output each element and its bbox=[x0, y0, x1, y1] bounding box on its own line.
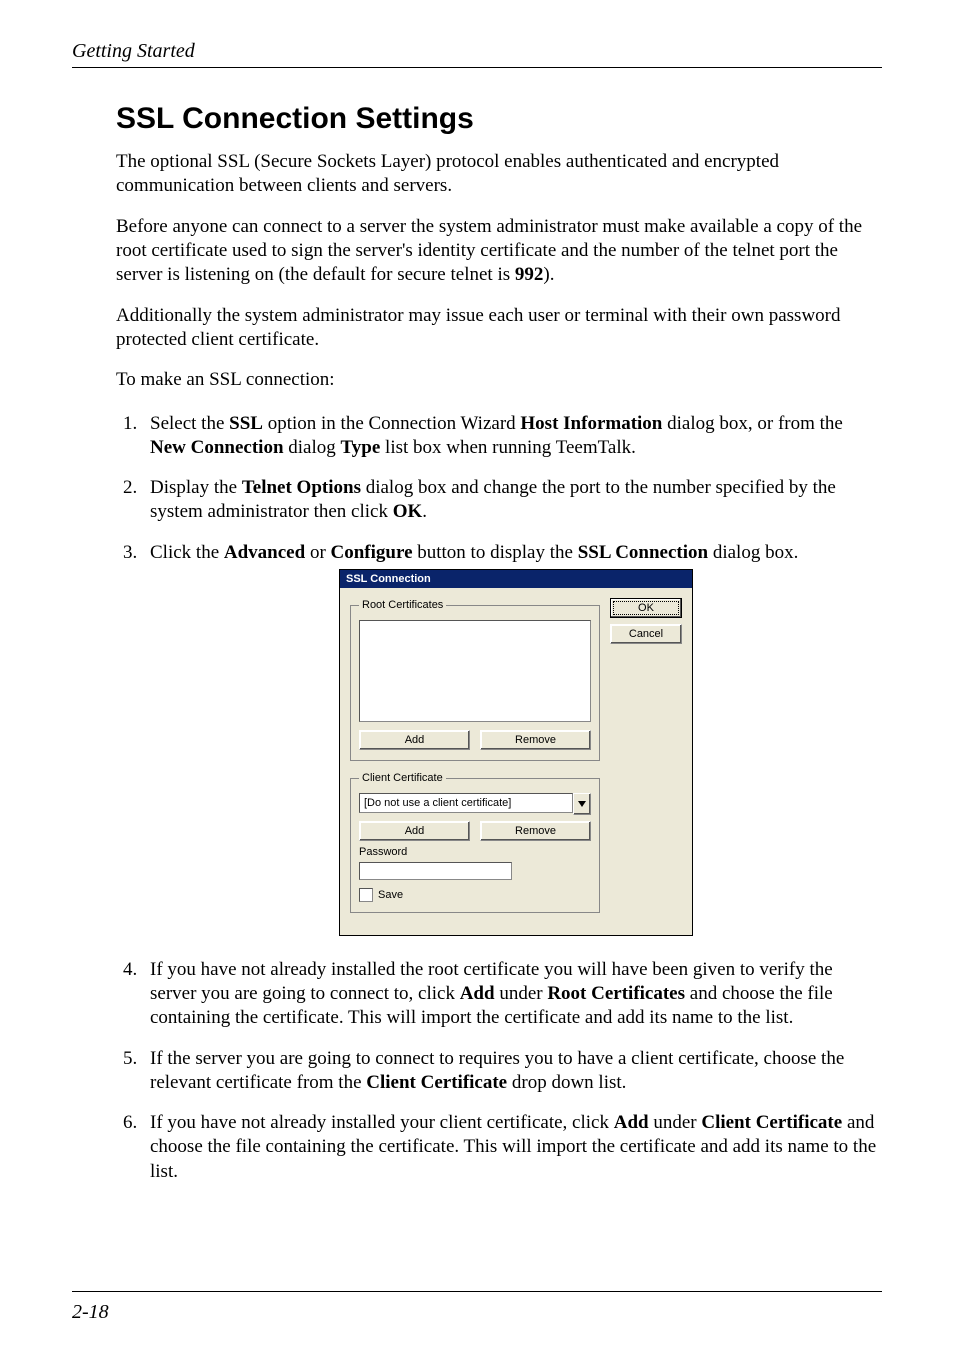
cancel-button[interactable]: Cancel bbox=[610, 624, 682, 644]
text-run: under bbox=[649, 1112, 702, 1133]
root-remove-button[interactable]: Remove bbox=[480, 730, 591, 750]
root-certificates-list[interactable] bbox=[359, 620, 591, 722]
ssl-connection-dialog: SSL Connection Root Certificates Add Rem… bbox=[339, 569, 693, 936]
text-run: under bbox=[495, 983, 548, 1004]
password-input[interactable] bbox=[359, 862, 512, 880]
intro-paragraph-4: To make an SSL connection: bbox=[116, 368, 882, 392]
text-run: or bbox=[305, 542, 330, 563]
text-run: list box when running TeemTalk. bbox=[380, 437, 636, 458]
section-title: SSL Connection Settings bbox=[116, 102, 882, 136]
text-run: button to display the bbox=[413, 542, 578, 563]
save-checkbox[interactable] bbox=[359, 888, 373, 902]
text-run: dialog box. bbox=[708, 542, 798, 563]
header-rule bbox=[72, 67, 882, 68]
bold-text: OK bbox=[393, 501, 423, 522]
dialog-right-column: OK Cancel bbox=[610, 598, 682, 922]
password-label: Password bbox=[359, 845, 591, 859]
client-certificate-value[interactable]: [Do not use a client certificate] bbox=[359, 793, 573, 813]
dialog-body: Root Certificates Add Remove Client Cert… bbox=[340, 588, 692, 934]
dialog-title-bar: SSL Connection bbox=[340, 570, 692, 588]
document-page: Getting Started SSL Connection Settings … bbox=[0, 0, 954, 1354]
step-2: Display the Telnet Options dialog box an… bbox=[142, 476, 882, 525]
dialog-figure: SSL Connection Root Certificates Add Rem… bbox=[150, 569, 882, 936]
root-add-button[interactable]: Add bbox=[359, 730, 470, 750]
page-number: 2-18 bbox=[72, 1301, 109, 1324]
bold-text: Client Certificate bbox=[701, 1112, 842, 1133]
step-6: If you have not already installed your c… bbox=[142, 1111, 882, 1184]
root-certificates-legend: Root Certificates bbox=[359, 598, 446, 612]
text-run: . bbox=[422, 501, 427, 522]
client-certificate-legend: Client Certificate bbox=[359, 771, 446, 785]
client-add-button[interactable]: Add bbox=[359, 821, 470, 841]
bold-text: Advanced bbox=[224, 542, 305, 563]
dialog-left-column: Root Certificates Add Remove Client Cert… bbox=[350, 598, 600, 922]
step-5: If the server you are going to connect t… bbox=[142, 1047, 882, 1096]
bold-text: SSL Connection bbox=[578, 542, 708, 563]
ok-button[interactable]: OK bbox=[610, 598, 682, 618]
root-certificates-group: Root Certificates Add Remove bbox=[350, 598, 600, 761]
client-certificate-combo[interactable]: [Do not use a client certificate] bbox=[359, 793, 591, 815]
bold-text: Add bbox=[614, 1112, 649, 1133]
intro-paragraph-1: The optional SSL (Secure Sockets Layer) … bbox=[116, 150, 882, 199]
step-4: If you have not already installed the ro… bbox=[142, 958, 882, 1031]
steps-list: Select the SSL option in the Connection … bbox=[116, 412, 882, 1185]
bold-text: Root Certificates bbox=[547, 983, 685, 1004]
bold-text: 992 bbox=[515, 264, 544, 285]
text-run: drop down list. bbox=[507, 1072, 626, 1093]
text-run: option in the Connection Wizard bbox=[263, 413, 520, 434]
bold-text: SSL bbox=[229, 413, 263, 434]
text-run: dialog bbox=[284, 437, 341, 458]
chevron-down-icon bbox=[578, 801, 586, 807]
intro-paragraph-2: Before anyone can connect to a server th… bbox=[116, 215, 882, 288]
client-remove-button[interactable]: Remove bbox=[480, 821, 591, 841]
bold-text: New Connection bbox=[150, 437, 284, 458]
bold-text: Configure bbox=[331, 542, 413, 563]
step-3: Click the Advanced or Configure button t… bbox=[142, 541, 882, 936]
save-checkbox-row[interactable]: Save bbox=[359, 888, 591, 902]
bold-text: Host Information bbox=[520, 413, 662, 434]
save-checkbox-label: Save bbox=[378, 888, 403, 902]
root-cert-button-row: Add Remove bbox=[359, 730, 591, 750]
text-run: Display the bbox=[150, 477, 242, 498]
client-certificate-group: Client Certificate [Do not use a client … bbox=[350, 771, 600, 912]
page-content: SSL Connection Settings The optional SSL… bbox=[116, 102, 882, 1184]
bold-text: Type bbox=[341, 437, 381, 458]
client-cert-button-row: Add Remove bbox=[359, 821, 591, 841]
step-1: Select the SSL option in the Connection … bbox=[142, 412, 882, 461]
bold-text: Add bbox=[460, 983, 495, 1004]
footer-rule bbox=[72, 1291, 882, 1292]
combo-dropdown-button[interactable] bbox=[573, 793, 591, 815]
text-run: dialog box, or from the bbox=[662, 413, 842, 434]
intro-paragraph-3: Additionally the system administrator ma… bbox=[116, 304, 882, 353]
text-run: Click the bbox=[150, 542, 224, 563]
text-run: If you have not already installed your c… bbox=[150, 1112, 614, 1133]
bold-text: Telnet Options bbox=[242, 477, 361, 498]
text-run: ). bbox=[543, 264, 554, 285]
text-run: Before anyone can connect to a server th… bbox=[116, 216, 862, 286]
bold-text: Client Certificate bbox=[366, 1072, 507, 1093]
running-head: Getting Started bbox=[72, 40, 882, 63]
text-run: Select the bbox=[150, 413, 229, 434]
